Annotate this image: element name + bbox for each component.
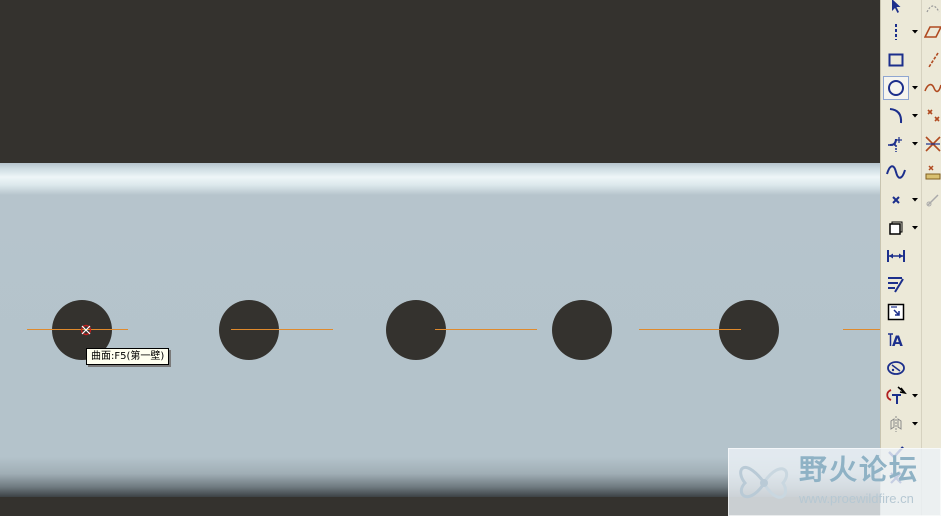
secondary-tool-1[interactable] bbox=[923, 0, 941, 18]
point-button[interactable] bbox=[883, 188, 909, 212]
chevron-down-icon bbox=[912, 198, 918, 202]
secondary-tool-6[interactable] bbox=[923, 132, 941, 156]
chevron-down-icon bbox=[912, 114, 918, 118]
point-icon bbox=[892, 196, 900, 204]
secondary-tool-5[interactable] bbox=[923, 104, 941, 128]
surface-preselection-tooltip: 曲面:F5(第一壁) bbox=[86, 348, 170, 365]
secondary-tool-4[interactable] bbox=[923, 76, 941, 100]
chevron-down-icon bbox=[912, 30, 918, 34]
chevron-down-icon bbox=[912, 422, 918, 426]
spline-icon bbox=[886, 165, 906, 179]
forum-watermark: 野火论坛 www.proewildfire.cn bbox=[728, 448, 941, 516]
hole-3[interactable] bbox=[386, 300, 446, 360]
circle-menu-arrow[interactable] bbox=[911, 76, 919, 100]
use-edge-icon bbox=[889, 221, 903, 235]
watermark-title: 野火论坛 bbox=[799, 453, 920, 486]
mirror-menu-arrow[interactable] bbox=[911, 412, 919, 436]
hole-2[interactable] bbox=[219, 300, 279, 360]
centerline-segment-4[interactable] bbox=[639, 329, 741, 330]
select-button[interactable] bbox=[883, 0, 909, 18]
spline-button[interactable] bbox=[883, 160, 909, 184]
circle-icon bbox=[888, 80, 904, 96]
points-cross-icon bbox=[927, 109, 940, 122]
hole-5[interactable] bbox=[719, 300, 779, 360]
text-tool-label: A bbox=[892, 334, 903, 349]
grayed-tool-icon bbox=[926, 194, 939, 207]
circle-button[interactable] bbox=[883, 76, 909, 100]
fillet-icon bbox=[888, 137, 902, 152]
mirror-button[interactable] bbox=[883, 412, 909, 436]
sketcher-tools-toolbar: A bbox=[881, 0, 921, 516]
hole-4[interactable] bbox=[552, 300, 612, 360]
centerline-segment-2[interactable] bbox=[231, 329, 333, 330]
use-edge-menu-arrow[interactable] bbox=[911, 216, 919, 240]
centerline-button[interactable] bbox=[883, 20, 909, 44]
constraints-button[interactable] bbox=[883, 300, 909, 324]
centerline-menu-arrow[interactable] bbox=[911, 20, 919, 44]
use-edge-button[interactable] bbox=[883, 216, 909, 240]
modify-button[interactable] bbox=[883, 272, 909, 296]
datum-point-marker-icon[interactable] bbox=[79, 323, 93, 337]
dimension-button[interactable] bbox=[883, 244, 909, 268]
arc-icon bbox=[889, 108, 903, 124]
chevron-down-icon bbox=[912, 226, 918, 230]
select-icon bbox=[892, 0, 901, 13]
secondary-tool-8[interactable] bbox=[923, 188, 941, 212]
secondary-tool-7[interactable] bbox=[923, 160, 941, 184]
fillet-button[interactable] bbox=[883, 132, 909, 156]
butterfly-logo-icon bbox=[739, 466, 789, 499]
arc-menu-arrow[interactable] bbox=[911, 104, 919, 128]
array-points-icon bbox=[925, 165, 941, 180]
rectangle-icon bbox=[888, 53, 904, 67]
chevron-down-icon bbox=[912, 142, 918, 146]
text-button[interactable]: A bbox=[883, 328, 909, 352]
graphics-viewport[interactable]: 曲面:F5(第一壁) bbox=[0, 0, 880, 516]
parallelogram-icon bbox=[924, 26, 941, 38]
dashed-arc-icon bbox=[926, 5, 940, 13]
centerline-segment-5[interactable] bbox=[843, 329, 880, 330]
centerline-icon bbox=[895, 24, 897, 40]
secondary-tool-2[interactable] bbox=[923, 20, 941, 44]
palette-button[interactable] bbox=[883, 356, 909, 380]
secondary-tool-3[interactable] bbox=[923, 48, 941, 72]
constraints-icon bbox=[887, 303, 905, 321]
proe-sketcher-window: 曲面:F5(第一壁) A 野火论坛 www.proewildfire.cn bbox=[0, 0, 941, 516]
text-icon: A bbox=[888, 333, 903, 349]
slanted-line-icon bbox=[928, 52, 939, 68]
chevron-down-icon bbox=[912, 86, 918, 90]
palette-icon bbox=[887, 361, 905, 375]
intersect-icon bbox=[925, 136, 941, 152]
trim-button[interactable] bbox=[883, 384, 909, 408]
centerline-segment-3[interactable] bbox=[435, 329, 537, 330]
point-menu-arrow[interactable] bbox=[911, 188, 919, 212]
wave-icon bbox=[924, 83, 941, 93]
dimension-icon bbox=[887, 250, 905, 262]
modify-icon bbox=[888, 277, 904, 293]
centerline-segment-1[interactable] bbox=[27, 329, 128, 330]
trim-menu-arrow[interactable] bbox=[911, 384, 919, 408]
arc-button[interactable] bbox=[883, 104, 909, 128]
chevron-down-icon bbox=[912, 394, 918, 398]
fillet-menu-arrow[interactable] bbox=[911, 132, 919, 156]
trim-icon bbox=[886, 386, 907, 404]
watermark-url: www.proewildfire.cn bbox=[799, 491, 914, 506]
mirror-icon bbox=[890, 416, 902, 432]
rectangle-button[interactable] bbox=[883, 48, 909, 72]
sketcher-tools-toolbar-secondary bbox=[921, 0, 941, 516]
sketcher-toolbar-area: A bbox=[880, 0, 941, 516]
